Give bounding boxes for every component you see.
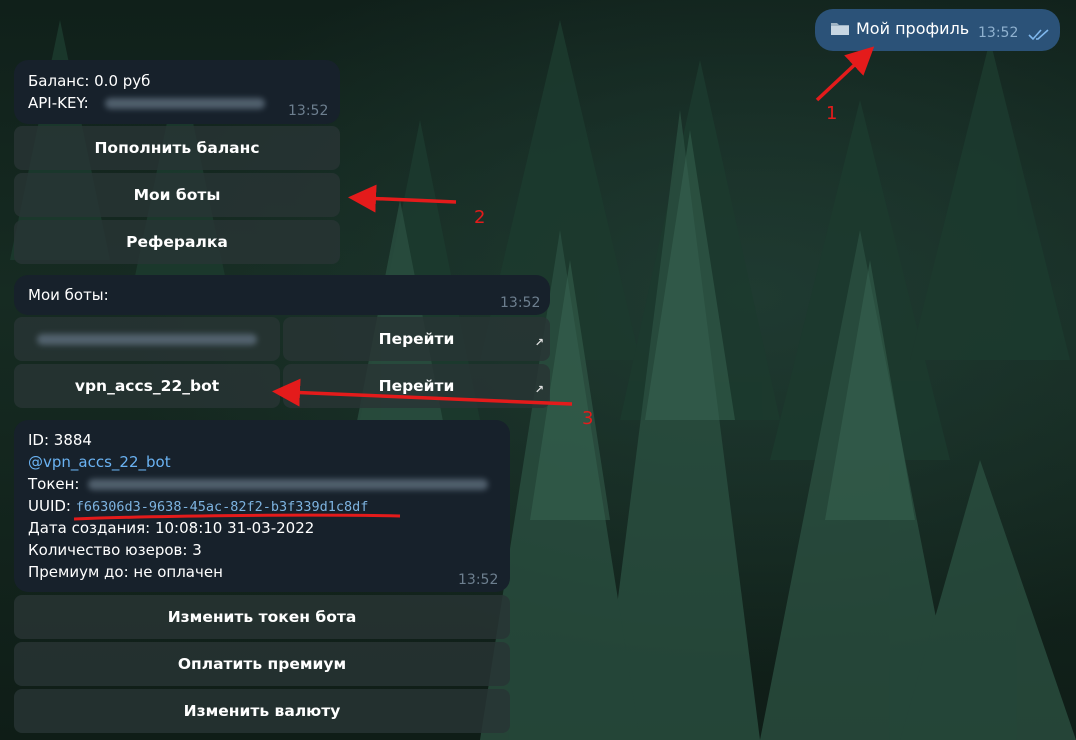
annotation-arrows — [73, 46, 875, 521]
annotation-label-1: 1 — [826, 103, 838, 124]
annotation-arrow-2 — [348, 184, 457, 213]
annotation-arrow-1 — [815, 46, 875, 102]
annotation-label-2: 2 — [474, 207, 486, 228]
annotation-label-3: 3 — [582, 408, 594, 429]
uuid-underline — [73, 513, 401, 521]
annotation-arrow-3 — [272, 378, 573, 407]
